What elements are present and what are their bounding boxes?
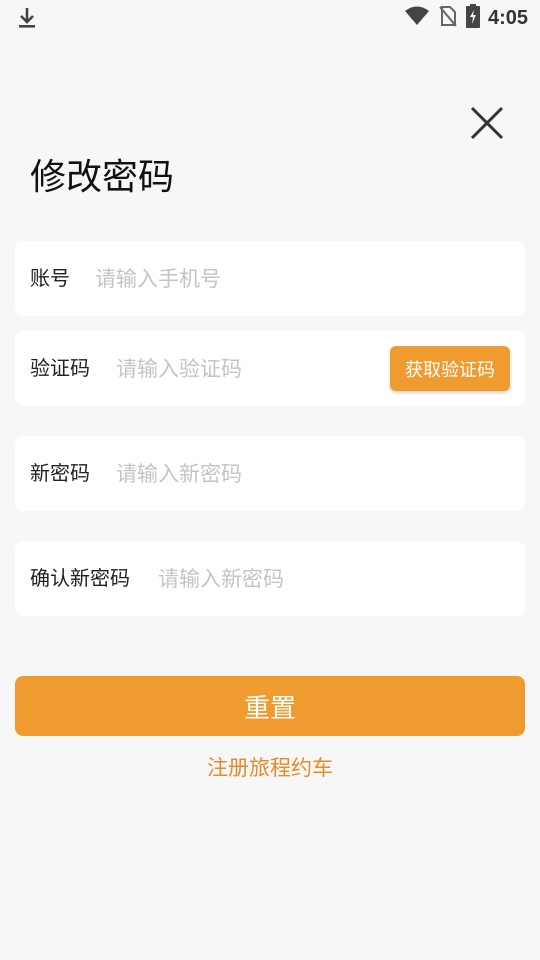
new-password-label: 新密码 bbox=[30, 461, 90, 485]
status-time: 4:05 bbox=[487, 6, 528, 29]
download-icon bbox=[16, 6, 38, 34]
new-password-card: 新密码 bbox=[15, 436, 525, 511]
account-input[interactable] bbox=[95, 241, 510, 316]
page-title: 修改密码 bbox=[30, 157, 175, 198]
status-bar: 4:05 bbox=[0, 0, 540, 36]
no-sim-icon bbox=[438, 5, 458, 31]
code-card: 验证码 获取验证码 bbox=[15, 331, 525, 406]
account-card: 账号 bbox=[15, 241, 525, 316]
confirm-password-card: 确认新密码 bbox=[15, 541, 525, 616]
get-code-button[interactable]: 获取验证码 bbox=[390, 346, 510, 391]
reset-button[interactable]: 重置 bbox=[15, 676, 525, 736]
register-link[interactable]: 注册旅程约车 bbox=[0, 752, 540, 782]
confirm-password-input[interactable] bbox=[158, 541, 513, 616]
close-button[interactable] bbox=[466, 102, 508, 144]
code-label: 验证码 bbox=[30, 356, 90, 380]
new-password-input[interactable] bbox=[116, 436, 511, 511]
account-label: 账号 bbox=[30, 266, 70, 290]
close-icon bbox=[470, 106, 504, 140]
confirm-password-label: 确认新密码 bbox=[30, 566, 130, 590]
battery-charging-icon bbox=[465, 4, 480, 32]
wifi-icon bbox=[404, 5, 430, 31]
code-input[interactable] bbox=[116, 331, 376, 406]
